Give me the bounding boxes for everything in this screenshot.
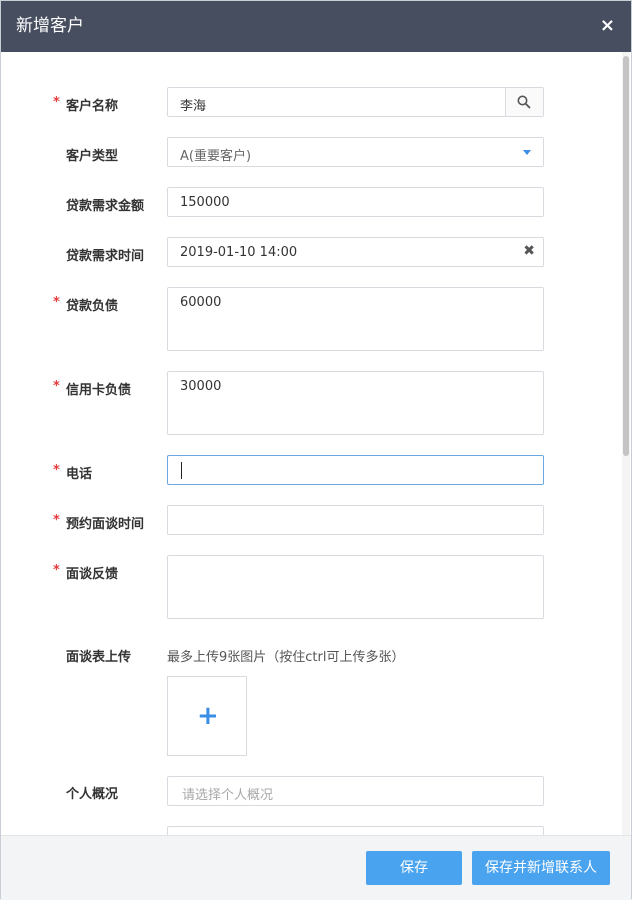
save-button[interactable]: 保存 [366,851,462,885]
customer-type-select[interactable]: A(重要客户) [167,137,544,167]
scrollbar[interactable] [622,52,630,835]
customer-type-label: 客户类型 [66,149,119,164]
credit-debt-textarea[interactable]: 30000 [167,371,544,435]
customer-search-button[interactable] [505,88,543,116]
required-mark: * [53,295,60,310]
plus-icon: + [197,701,219,731]
interview-feedback-label: 面谈反馈 [66,567,119,582]
close-icon[interactable]: × [600,15,615,37]
dialog-footer: 保存 保存并新增联系人 [1,835,631,900]
loan-amount-input[interactable]: 150000 [167,187,544,217]
credit-debt-label: 信用卡负债 [66,383,132,398]
upload-image-button[interactable]: + [167,676,247,756]
text-caret [181,462,182,479]
required-mark: * [53,463,60,478]
loan-time-label: 贷款需求时间 [66,249,145,264]
credit-debt-value: 30000 [180,379,222,394]
required-mark: * [53,379,60,394]
personal-overview-select[interactable]: 请选择个人概况 [167,776,544,806]
customer-name-input[interactable]: 李海 [167,87,544,117]
required-mark: * [53,513,60,528]
add-customer-dialog: 新增客户 × * 客户名称 李海 客户类型 A(重要客户) 贷款需求金额 150… [0,0,632,900]
clear-icon[interactable]: ✖ [523,243,535,259]
chevron-down-icon [523,150,531,155]
customer-name-label: 客户名称 [66,99,119,114]
upload-hint: 最多上传9张图片（按住ctrl可上传多张） [167,650,405,665]
next-field-input[interactable] [167,826,544,835]
appointment-time-label: 预约面谈时间 [66,517,145,532]
appointment-time-input[interactable] [167,505,544,535]
customer-type-value: A(重要客户) [180,149,252,164]
loan-debt-value: 60000 [180,295,222,310]
loan-debt-textarea[interactable]: 60000 [167,287,544,351]
scrollbar-thumb[interactable] [623,56,629,456]
interview-upload-label: 面谈表上传 [66,650,132,665]
loan-debt-label: 贷款负债 [66,299,119,314]
search-icon [517,95,531,109]
required-mark: * [53,563,60,578]
phone-input[interactable] [167,455,544,485]
dialog-title: 新增客户 [16,16,84,36]
phone-label: 电话 [66,467,93,482]
interview-feedback-textarea[interactable] [167,555,544,619]
personal-overview-placeholder: 请选择个人概况 [182,788,274,803]
loan-amount-value: 150000 [180,195,230,210]
customer-name-value: 李海 [180,99,207,114]
required-mark: * [53,95,60,110]
save-and-add-contact-button[interactable]: 保存并新增联系人 [472,851,610,885]
personal-overview-label: 个人概况 [66,787,119,802]
loan-time-input[interactable]: 2019-01-10 14:00 ✖ [167,237,544,267]
loan-time-value: 2019-01-10 14:00 [180,245,298,260]
dialog-body: * 客户名称 李海 客户类型 A(重要客户) 贷款需求金额 150000 贷款需… [1,52,621,835]
dialog-header: 新增客户 × [1,1,631,52]
loan-amount-label: 贷款需求金额 [66,199,145,214]
